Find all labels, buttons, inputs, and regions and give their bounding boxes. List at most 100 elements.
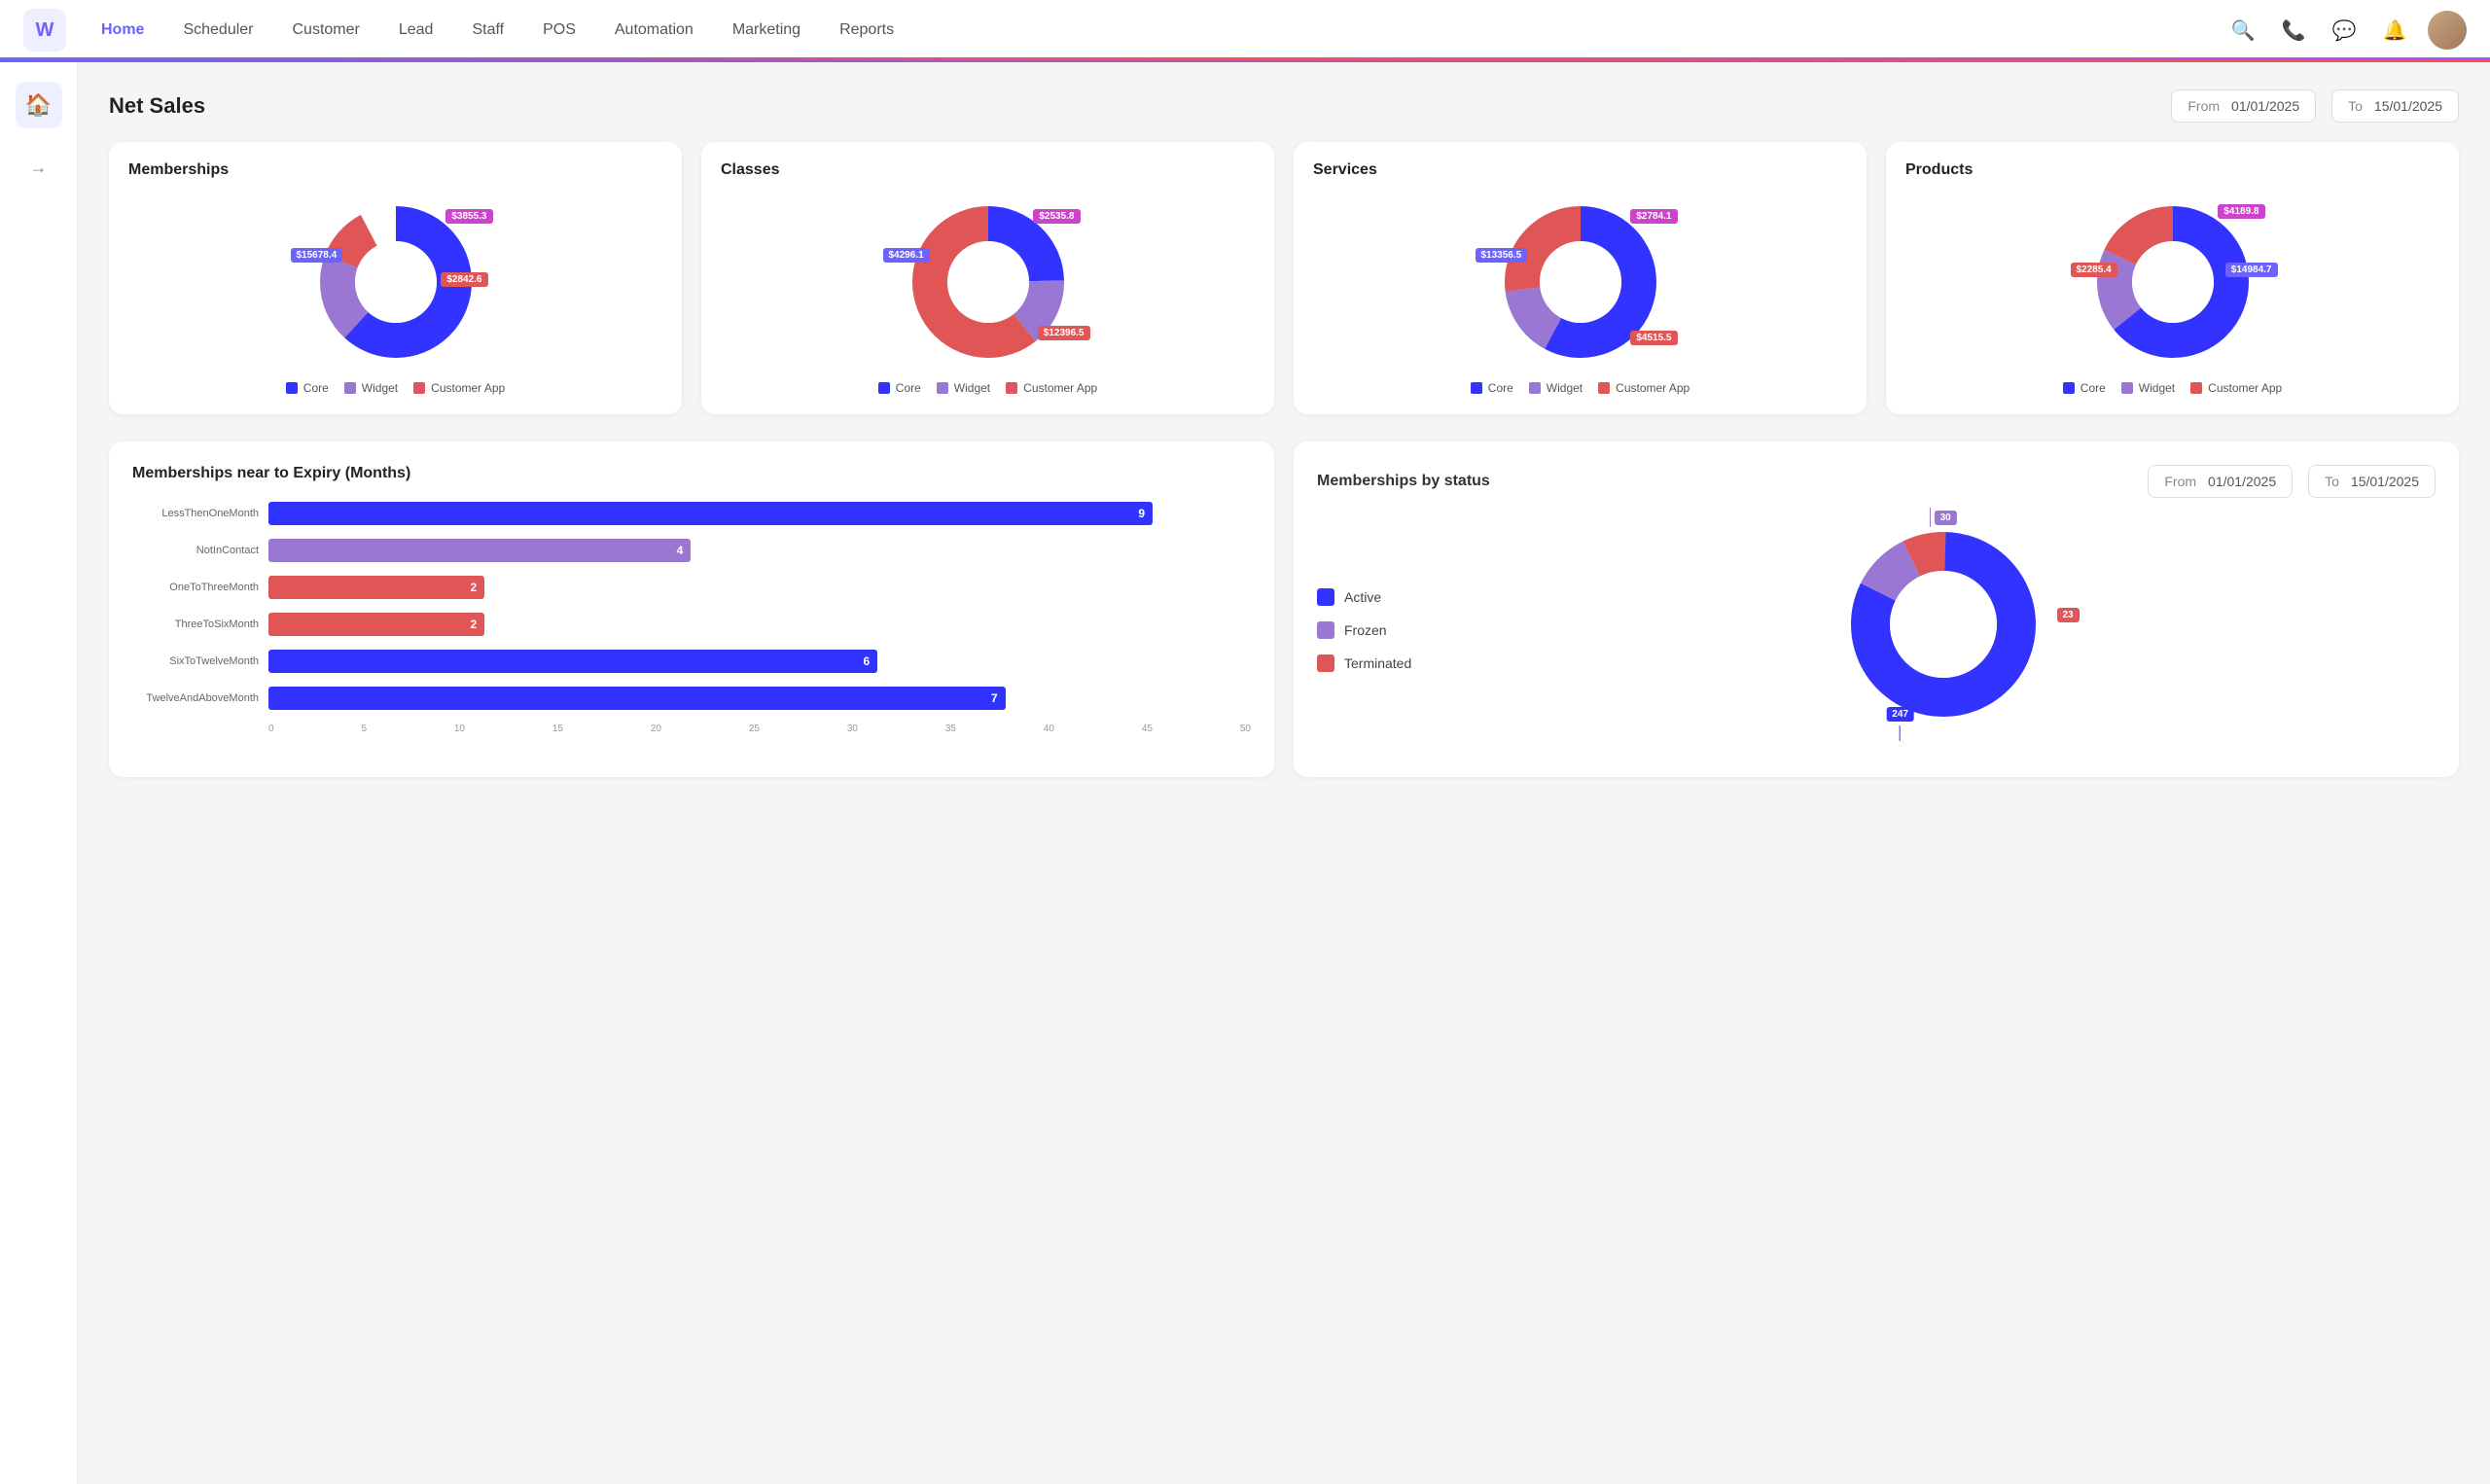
bar-fill-sixtotwelve: 6 <box>268 650 877 673</box>
search-icon[interactable]: 🔍 <box>2225 13 2260 48</box>
legend-core: Core <box>286 381 329 395</box>
services-title: Services <box>1313 161 1847 179</box>
frozen-label: Frozen <box>1344 622 1387 638</box>
memberships-title: Memberships <box>128 161 662 179</box>
memberships-chart: $15678.4 $3855.3 $2842.6 Core Widget <box>128 194 662 395</box>
from-date-field[interactable]: From 01/01/2025 <box>2171 89 2316 123</box>
expiry-title: Memberships near to Expiry (Months) <box>132 465 1251 482</box>
core-label: Core <box>303 381 329 395</box>
cards-grid: Memberships $15678.4 <box>109 142 2459 414</box>
services-widget-dot <box>1529 382 1541 394</box>
status-to-field[interactable]: To 15/01/2025 <box>2308 465 2436 498</box>
to-label: To <box>2348 98 2363 114</box>
classes-core-text: Core <box>896 381 921 395</box>
nav-customer[interactable]: Customer <box>277 14 375 47</box>
bar-value-twelveabove: 7 <box>991 691 998 705</box>
bar-fill-notincontact: 4 <box>268 539 691 562</box>
expiry-bar-chart: LessThenOneMonth 9 NotInContact 4 <box>132 502 1251 754</box>
products-donut: $14984.7 $4189.8 $2285.4 <box>2085 194 2260 370</box>
status-active: Active <box>1317 588 1411 606</box>
sidebar-collapse-icon[interactable]: → <box>16 144 62 191</box>
bar-row-threetosix: ThreeToSixMonth 2 <box>132 613 1251 636</box>
from-label: From <box>2188 98 2220 114</box>
widget-color <box>344 382 356 394</box>
net-sales-header: Net Sales From 01/01/2025 To 15/01/2025 <box>109 89 2459 123</box>
nav-lead[interactable]: Lead <box>383 14 449 47</box>
whatsapp-icon[interactable]: 💬 <box>2327 13 2362 48</box>
status-terminated-count: 23 <box>2057 608 2080 622</box>
navbar: W Home Scheduler Customer Lead Staff POS… <box>0 0 2490 62</box>
nav-links: Home Scheduler Customer Lead Staff POS A… <box>86 14 2225 47</box>
status-from-value: 01/01/2025 <box>2208 474 2276 489</box>
terminated-label: Terminated <box>1344 655 1411 671</box>
products-legend-app: Customer App <box>2190 381 2282 395</box>
nav-marketing[interactable]: Marketing <box>717 14 816 47</box>
core-color <box>286 382 298 394</box>
bar-axis: 0 5 10 15 20 25 30 35 40 45 50 <box>132 724 1251 734</box>
sidebar-home-icon[interactable]: 🏠 <box>16 82 62 128</box>
bar-row-lessthan: LessThenOneMonth 9 <box>132 502 1251 525</box>
widget-label: Widget <box>362 381 398 395</box>
bar-fill-onetothree: 2 <box>268 576 484 599</box>
app-logo[interactable]: W <box>23 9 66 52</box>
bar-fill-lessthan: 9 <box>268 502 1153 525</box>
services-card: Services $13356.5 $2784.1 <box>1294 142 1867 414</box>
active-label: Active <box>1344 589 1381 605</box>
services-legend-app: Customer App <box>1598 381 1690 395</box>
nav-scheduler[interactable]: Scheduler <box>167 14 268 47</box>
products-title: Products <box>1905 161 2439 179</box>
net-sales-title: Net Sales <box>109 93 205 119</box>
nav-reports[interactable]: Reports <box>824 14 909 47</box>
status-header: Memberships by status From 01/01/2025 To… <box>1317 465 2436 498</box>
status-from-field[interactable]: From 01/01/2025 <box>2148 465 2293 498</box>
products-widget-text: Widget <box>2139 381 2175 395</box>
nav-pos[interactable]: POS <box>527 14 591 47</box>
services-widget-text: Widget <box>1547 381 1583 395</box>
bar-track-onetothree: 2 <box>268 576 1251 599</box>
classes-legend-widget: Widget <box>937 381 990 395</box>
products-legend: Core Widget Customer App <box>2063 381 2282 395</box>
nav-home[interactable]: Home <box>86 14 160 47</box>
bar-label-sixtotwelve: SixToTwelveMonth <box>132 655 259 667</box>
classes-card: Classes $4296.1 $2535.8 <box>701 142 1274 414</box>
services-app-text: Customer App <box>1616 381 1690 395</box>
app-layout: 🏠 → Net Sales From 01/01/2025 To 15/01/2… <box>0 62 2490 1484</box>
services-legend-widget: Widget <box>1529 381 1583 395</box>
bar-fill-threetosix: 2 <box>268 613 484 636</box>
classes-legend: Core Widget Customer App <box>878 381 1097 395</box>
nav-actions: 🔍 📞 💬 🔔 <box>2225 11 2467 50</box>
services-core-text: Core <box>1488 381 1513 395</box>
bar-track-sixtotwelve: 6 <box>268 650 1251 673</box>
classes-widget-text: Widget <box>954 381 990 395</box>
bar-track-lessthan: 9 <box>268 502 1251 525</box>
bar-label-lessthan: LessThenOneMonth <box>132 508 259 519</box>
services-chart: $13356.5 $2784.1 $4515.5 Core Widget <box>1313 194 1847 395</box>
sidebar: 🏠 → <box>0 62 78 1484</box>
terminated-dot <box>1317 654 1334 672</box>
expiry-card: Memberships near to Expiry (Months) Less… <box>109 442 1274 777</box>
bar-value-sixtotwelve: 6 <box>864 654 871 668</box>
to-date-field[interactable]: To 15/01/2025 <box>2331 89 2459 123</box>
products-core-dot <box>2063 382 2075 394</box>
phone-icon[interactable]: 📞 <box>2276 13 2311 48</box>
status-from-label: From <box>2164 474 2196 489</box>
avatar[interactable] <box>2428 11 2467 50</box>
products-app-dot <box>2190 382 2202 394</box>
memberships-legend: Core Widget Customer App <box>286 381 505 395</box>
nav-automation[interactable]: Automation <box>599 14 709 47</box>
app-color <box>413 382 425 394</box>
notification-icon[interactable]: 🔔 <box>2377 13 2412 48</box>
memberships-card: Memberships $15678.4 <box>109 142 682 414</box>
status-legend: Active Frozen Terminated <box>1317 588 1411 672</box>
nav-staff[interactable]: Staff <box>456 14 519 47</box>
status-date-range: From 01/01/2025 To 15/01/2025 <box>2148 465 2436 498</box>
main-content: Net Sales From 01/01/2025 To 15/01/2025 … <box>78 62 2490 1484</box>
products-card: Products $14984.7 $4189.8 <box>1886 142 2459 414</box>
status-donut: 30 23 247 <box>1836 517 2050 731</box>
bar-label-onetothree: OneToThreeMonth <box>132 582 259 593</box>
services-legend: Core Widget Customer App <box>1471 381 1690 395</box>
from-value: 01/01/2025 <box>2231 98 2299 114</box>
products-widget-dot <box>2121 382 2133 394</box>
bar-label-threetosix: ThreeToSixMonth <box>132 618 259 630</box>
bar-row-twelveabove: TwelveAndAboveMonth 7 <box>132 687 1251 710</box>
